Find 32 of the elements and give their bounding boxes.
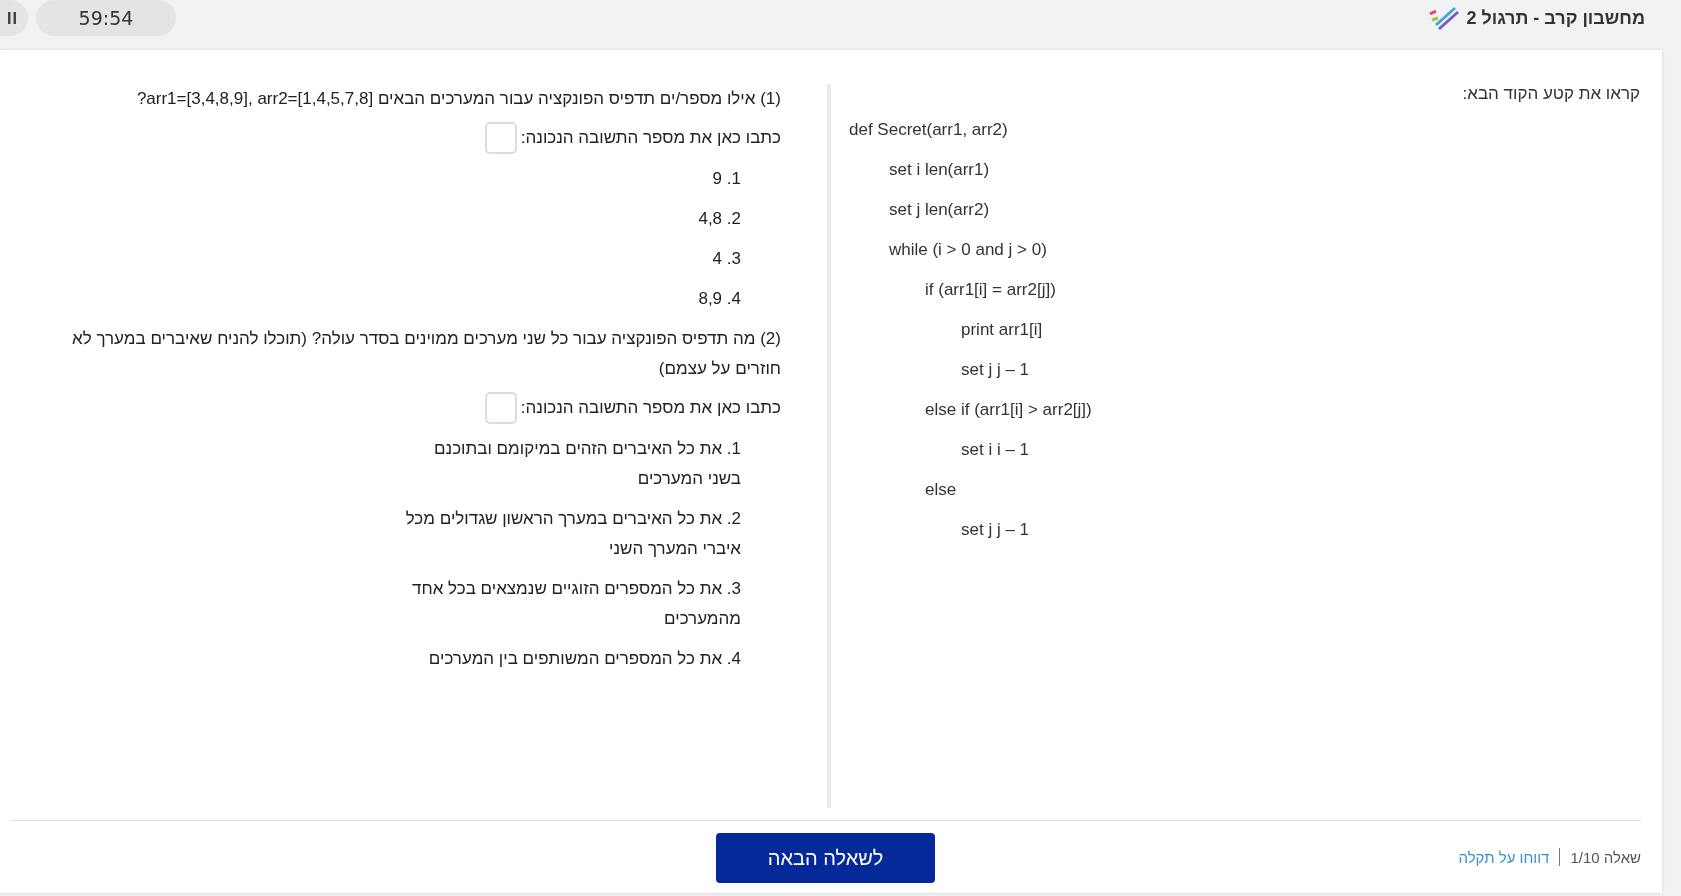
question-counter: שאלה 1/10 <box>1570 848 1641 866</box>
answer-field[interactable] <box>484 122 517 154</box>
code-line: print arr1[i] <box>961 320 1043 340</box>
timer: 59:54 <box>36 0 176 36</box>
answer-option: 4. את כל המספרים המשותפים בין המערכים <box>400 644 741 674</box>
code-line: set i len(arr1) <box>889 160 990 180</box>
report-link[interactable]: דווחו על תקלה <box>1458 848 1550 866</box>
code-line: set j j – 1 <box>961 360 1030 380</box>
code-line: def Secret(arr1, arr2) <box>849 120 1008 140</box>
code-line: set j len(arr2) <box>889 200 990 220</box>
answer-option: 1. 9 <box>400 164 741 194</box>
answer-option: 1. את כל האיברים הזהים במיקומם ובתוכנם בשני המערכים <box>400 434 741 494</box>
answer-option: 3. 4 <box>400 244 741 274</box>
next-question-button[interactable]: לשאלה הבאה <box>716 833 935 883</box>
code-line: set i i – 1 <box>961 440 1030 460</box>
answer-option: 2. את כל האיברים במערך הראשון שגדולים מכל איברי המערך השני <box>400 504 741 564</box>
code-line: else if (arr1[i] > arr2[j]) <box>925 400 1092 420</box>
answer-prompt: כתבו כאן את מספר התשובה הנכונה: <box>520 128 781 148</box>
answer-option: 4. 8,9 <box>400 284 741 314</box>
pause-icon <box>7 11 17 25</box>
question-text: (1) אילו מספר/ים תדפיס הפונקציה עבור המערכים הבאים arr1=[3,4,8,9], arr2=[1,4,5,7,8]? <box>135 88 781 110</box>
code-line: while (i > 0 and j > 0) <box>889 240 1047 260</box>
code-line: else <box>925 480 957 500</box>
app-title: מחשבון קרב - תרגול 2 <box>1466 7 1645 29</box>
answer-field[interactable] <box>484 392 517 424</box>
answer-option: 3. את כל המספרים הזוגיים שנמצאים בכל אחד מהמערכים <box>400 574 741 634</box>
question-text: (2) מה תדפיס הפונקציה עבור כל שני מערכים ממוינים בסדר עולה? (תוכלו להניח שאיברים במערך לא חוזרים על עצמם) <box>71 328 781 380</box>
code-line: set j j – 1 <box>961 520 1030 540</box>
answer-option: 2. 4,8 <box>400 204 741 234</box>
answer-prompt: כתבו כאן את מספר התשובה הנכונה: <box>520 398 781 418</box>
code-heading: קראו את קטע הקוד הבא: <box>1461 84 1640 104</box>
code-line: if (arr1[i] = arr2[j]) <box>925 280 1056 300</box>
